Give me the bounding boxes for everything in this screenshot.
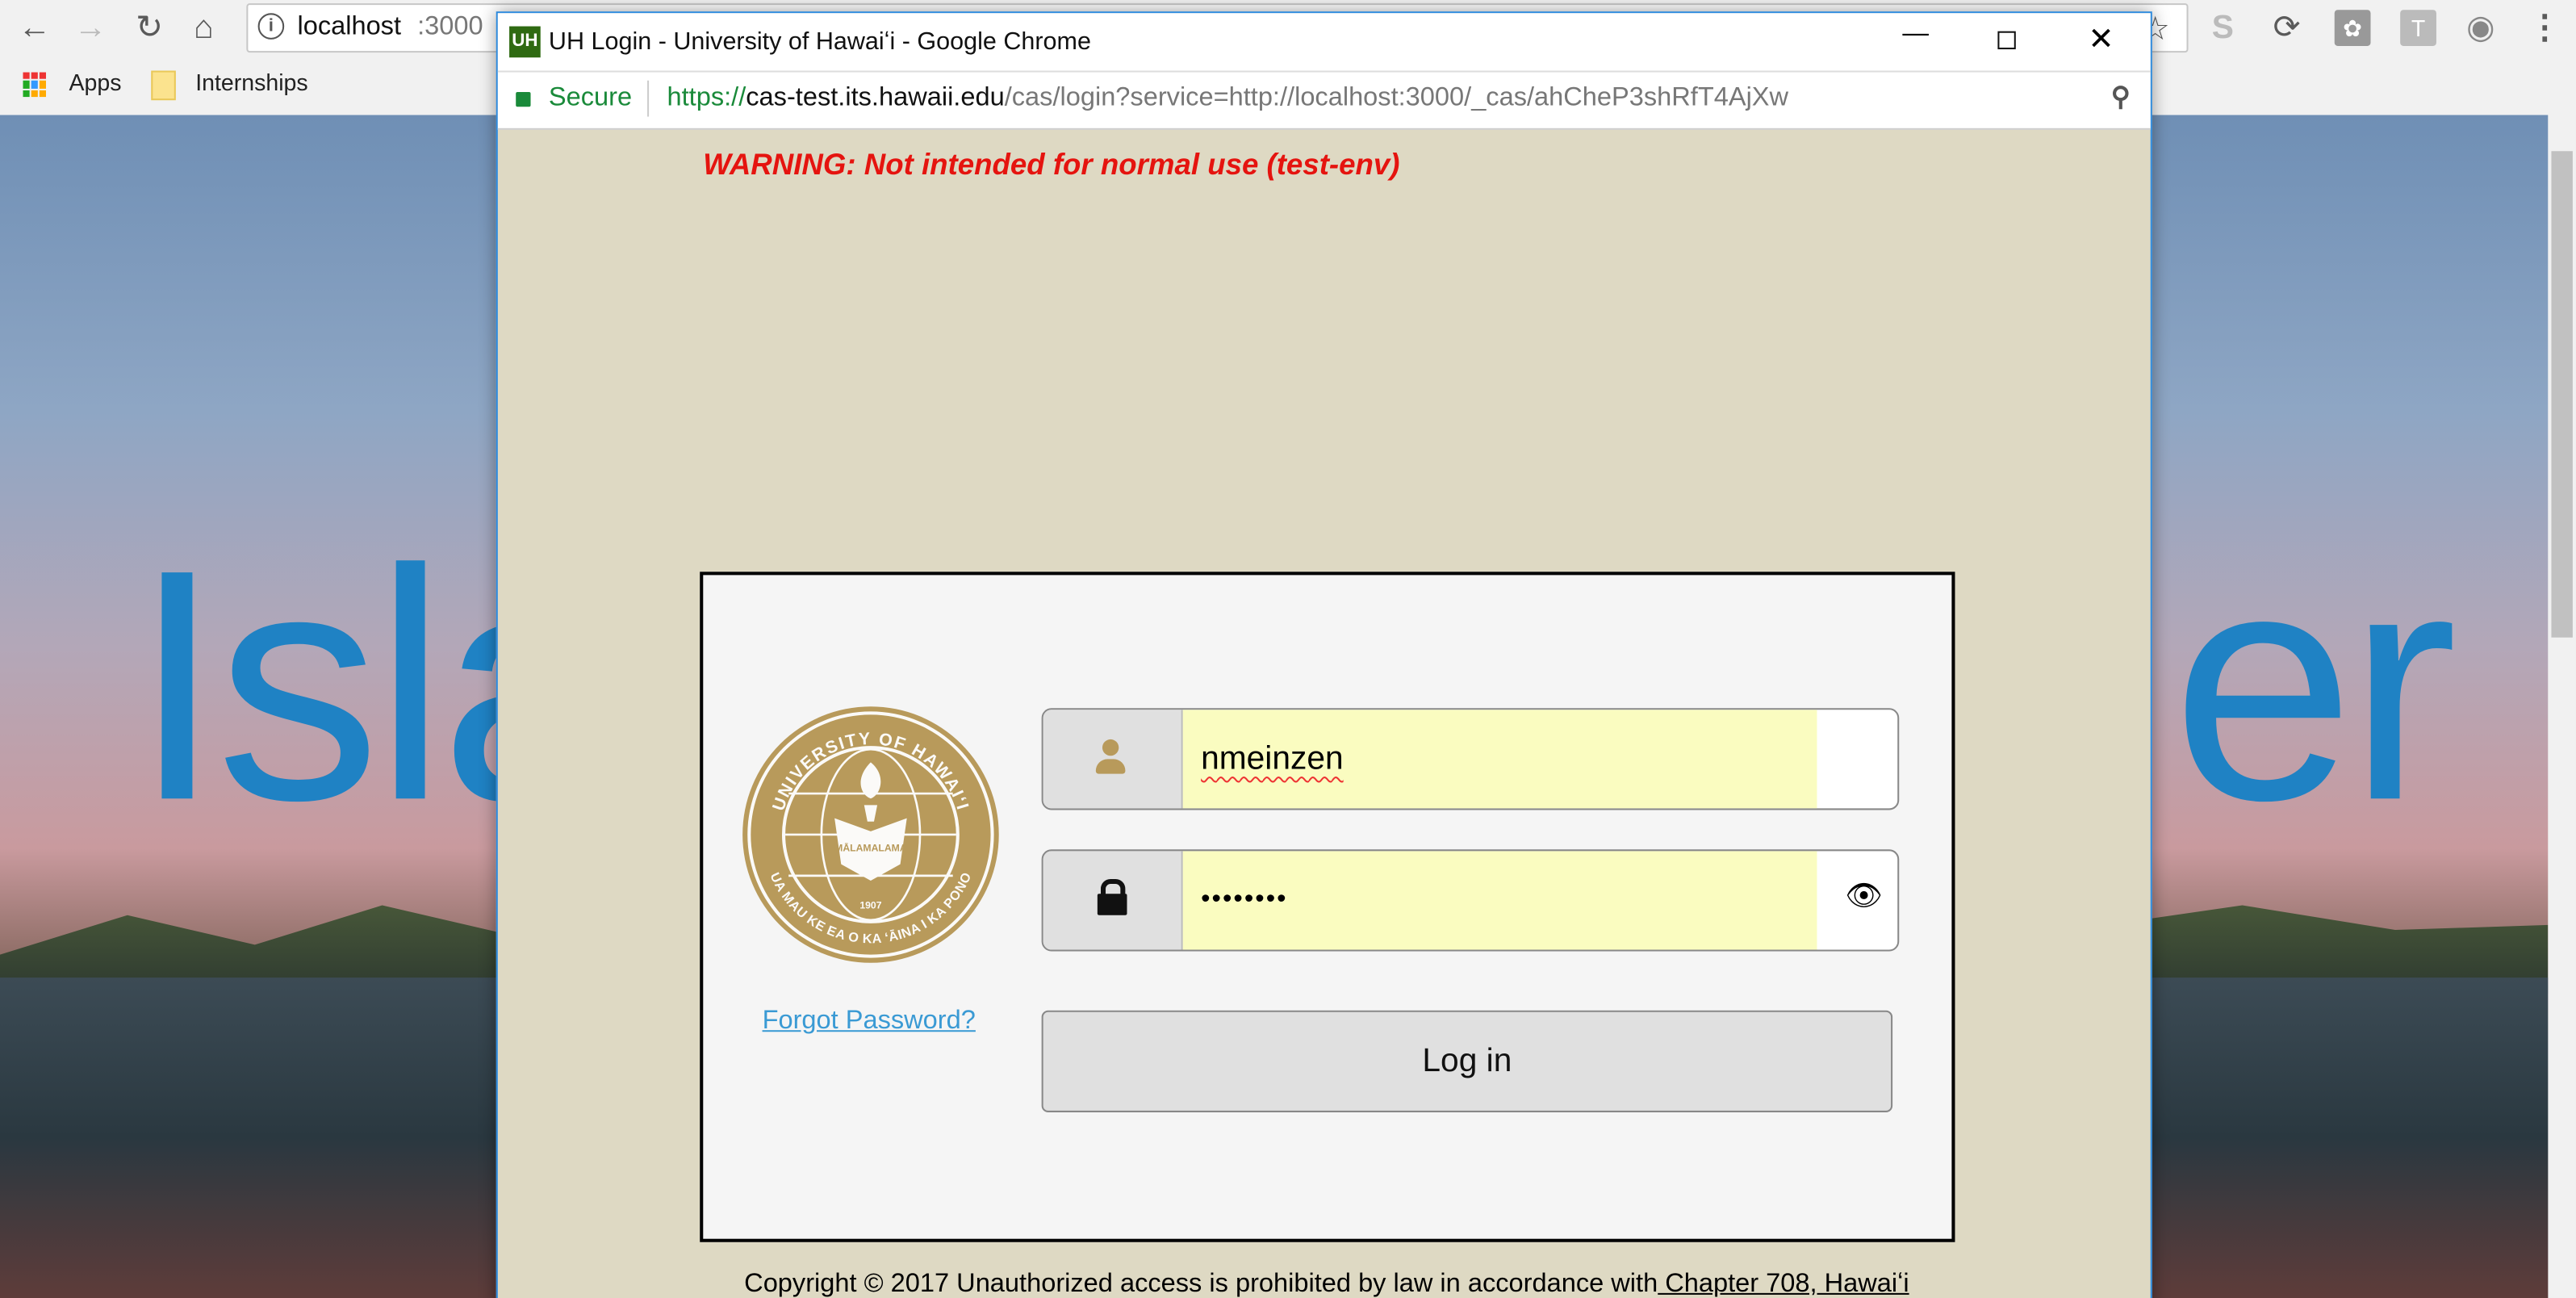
maximize-icon[interactable] xyxy=(1997,31,2016,50)
seal-year: 1907 xyxy=(859,900,881,911)
username-input[interactable]: nmeinzen xyxy=(1182,710,1817,809)
hero-title-right: er xyxy=(2172,502,2457,869)
popup-url-bar[interactable]: Secure https://cas-test.its.hawaii.edu/c… xyxy=(497,70,2151,130)
popup-titlebar: UH UH Login - University of Hawaiʻi - Go… xyxy=(497,13,2151,71)
copyright-text: Copyright © 2017 Unauthorized access is … xyxy=(744,1270,1658,1298)
flame-icon[interactable]: ✿ xyxy=(2334,10,2371,46)
seal-motto: MĀLAMALAMA xyxy=(834,842,907,853)
popup-title: UH Login - University of Hawaiʻi - Googl… xyxy=(548,27,1091,57)
url-path: /cas/login?service=http://localhost:3000… xyxy=(1004,83,1789,112)
info-icon[interactable]: i xyxy=(257,13,285,40)
username-field[interactable]: nmeinzen xyxy=(1041,708,1900,810)
menu-icon[interactable]: ⋮ xyxy=(2527,10,2563,46)
sync-icon[interactable]: ⟳ xyxy=(2269,10,2305,46)
lock-icon xyxy=(516,91,531,107)
test-env-warning: WARNING: Not intended for normal use (te… xyxy=(703,148,1400,181)
camera-icon[interactable]: ◉ xyxy=(2463,10,2499,46)
key-icon[interactable]: ⚲ xyxy=(2111,81,2131,114)
copyright-notice: Copyright © 2017 Unauthorized access is … xyxy=(744,1270,1909,1298)
login-button[interactable]: Log in xyxy=(1041,1010,1893,1112)
home-icon[interactable]: ⌂ xyxy=(186,10,222,46)
uh-favicon: UH xyxy=(509,26,541,58)
scrollbar-thumb[interactable] xyxy=(2551,151,2573,638)
login-popup-window: UH UH Login - University of Hawaiʻi - Go… xyxy=(496,11,2152,1298)
bookmark-apps[interactable]: Apps xyxy=(69,69,121,95)
minimize-icon[interactable]: — xyxy=(1902,19,1929,49)
divider xyxy=(647,80,650,117)
address-port: :3000 xyxy=(417,13,483,41)
reload-icon[interactable]: ↻ xyxy=(132,10,168,46)
secure-label: Secure xyxy=(548,83,633,112)
url-scheme: https:// xyxy=(667,83,746,112)
screen: ← → ↻ ⌂ i localhost :3000 ☆ S ⟳ ✿ T ◉ ⋮ … xyxy=(0,0,2576,1298)
skype-icon[interactable]: S xyxy=(2205,10,2241,46)
password-input[interactable]: •••••••• xyxy=(1182,851,1817,950)
lock-icon xyxy=(1043,851,1183,950)
user-icon xyxy=(1043,710,1183,809)
t-icon[interactable]: T xyxy=(2400,10,2436,46)
address-host: localhost xyxy=(297,13,402,41)
chapter-708-link[interactable]: Chapter 708, Hawaiʻi xyxy=(1658,1270,1909,1298)
popup-url: https://cas-test.its.hawaii.edu/cas/logi… xyxy=(667,84,1788,114)
back-icon[interactable]: ← xyxy=(16,10,52,46)
uh-seal-logo: MĀLAMALAMA 1907 UNIVERSITY OF HAWAIʻI UA… xyxy=(742,706,999,963)
show-password-eye-icon[interactable]: 👁 xyxy=(1845,879,1883,914)
close-icon[interactable]: ✕ xyxy=(2088,21,2114,59)
bookmark-internships[interactable]: Internships xyxy=(195,69,307,95)
url-host: cas-test.its.hawaii.edu xyxy=(746,83,1005,112)
apps-icon xyxy=(23,72,48,98)
login-box: MĀLAMALAMA 1907 UNIVERSITY OF HAWAIʻI UA… xyxy=(700,572,1955,1242)
password-field[interactable]: •••••••• 👁 xyxy=(1041,849,1900,952)
folder-icon xyxy=(151,70,176,101)
forgot-password-link[interactable]: Forgot Password? xyxy=(763,1007,976,1037)
forward-icon[interactable]: → xyxy=(73,10,109,46)
